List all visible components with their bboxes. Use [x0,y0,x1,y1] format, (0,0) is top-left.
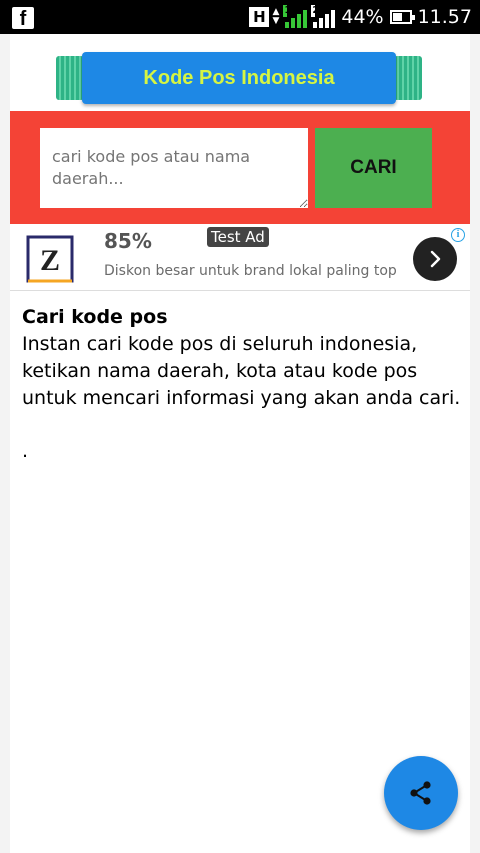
battery-percent: 44% [341,6,384,28]
sim2-number: 2 [311,5,320,17]
info-section: Cari kode pos Instan cari kode pos di se… [22,304,462,465]
test-ad-label: Test Ad [207,227,269,247]
ad-info-icon[interactable]: i [451,228,465,242]
title-banner: Kode Pos Indonesia [56,52,422,104]
status-bar: f H ▲ ▼ 1 2 44% 11.57 [0,0,480,34]
status-icons: H ▲ ▼ 1 2 44% 11.57 [249,0,472,34]
data-activity-icon: ▲ ▼ [272,7,280,26]
share-icon [410,781,431,805]
banner-ribbon-right [394,56,422,100]
facebook-icon: f [12,7,34,30]
search-panel: CARI [10,111,470,224]
ad-logo: Z [26,235,74,283]
banner-ribbon-left [56,56,84,100]
network-type-icon: H [249,7,270,27]
app-title: Kode Pos Indonesia [82,52,396,104]
sim1-signal-icon: 1 [283,5,308,28]
info-body: Instan cari kode pos di seluruh indonesi… [22,333,461,409]
ad-description: Diskon besar untuk brand lokal paling to… [104,263,397,279]
info-trailing-dot: . [22,440,29,462]
ad-percent: 85% [104,229,152,253]
info-title: Cari kode pos [22,306,168,328]
page-edge-left [0,34,10,853]
battery-icon [389,10,415,24]
ad-logo-letter: Z [40,244,60,277]
ad-banner[interactable]: Z 85% Test Ad Diskon besar untuk brand l… [10,225,470,291]
search-input[interactable] [40,128,308,208]
app-page: Kode Pos Indonesia CARI Z 85% Test Ad Di… [0,34,480,853]
clock: 11.57 [417,6,472,28]
search-button[interactable]: CARI [315,128,432,208]
share-button[interactable] [384,756,458,830]
page-edge-right [470,34,480,853]
sim2-signal-icon: 2 [311,5,336,28]
chevron-right-icon[interactable] [413,237,457,281]
sim1-number: 1 [283,5,292,17]
